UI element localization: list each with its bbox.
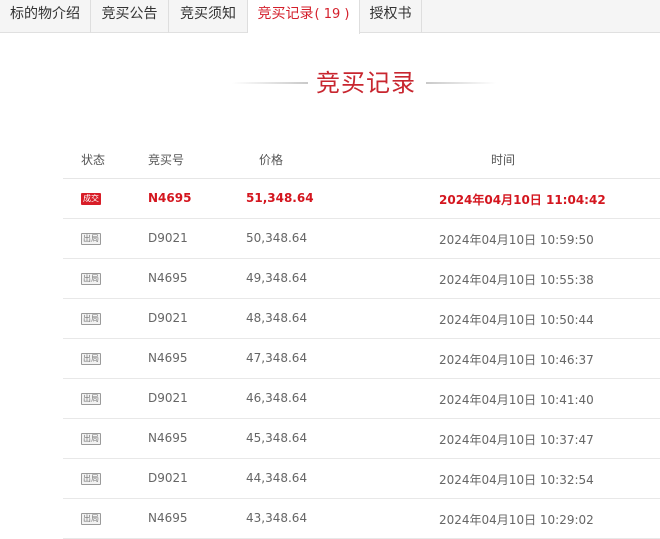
bidder-id: N4695: [148, 271, 188, 285]
status-badge-out: 出局: [81, 473, 101, 485]
status-badge-out: 出局: [81, 433, 101, 445]
section-title: 竞买记录: [316, 69, 416, 97]
header-price: 价格: [259, 153, 284, 167]
table-row: 成交 N4695 51,348.64 2024年04月10日 11:04:42: [63, 179, 660, 219]
tab-bar: 标的物介绍 竞买公告 竞买须知 竞买记录( 19 ) 授权书: [0, 0, 660, 34]
bidder-id: D9021: [148, 231, 188, 245]
table-row: 出局 D9021 50,348.64 2024年04月10日 10:59:50: [63, 219, 660, 259]
bid-price: 46,348.64: [246, 391, 308, 405]
bidder-id: N4695: [148, 431, 188, 445]
table-header: 状态 竞买号 价格 时间: [63, 140, 660, 179]
bid-time: 2024年04月10日 10:46:37: [439, 353, 594, 367]
status-badge-deal: 成交: [81, 193, 101, 205]
status-badge-out: 出局: [81, 393, 101, 405]
bidder-id: D9021: [148, 311, 188, 325]
bid-time: 2024年04月10日 10:41:40: [439, 393, 594, 407]
status-badge-out: 出局: [81, 233, 101, 245]
bid-price: 50,348.64: [246, 231, 308, 245]
bidder-id: D9021: [148, 391, 188, 405]
bid-price: 51,348.64: [246, 191, 314, 205]
table-row: 出局 N4695 47,348.64 2024年04月10日 10:46:37: [63, 339, 660, 379]
title-divider-left: [232, 82, 308, 84]
bid-time: 2024年04月10日 10:55:38: [439, 273, 594, 287]
section-heading: 竞买记录: [0, 66, 660, 100]
table-row: 出局 D9021 48,348.64 2024年04月10日 10:50:44: [63, 299, 660, 339]
bidder-id: D9021: [148, 471, 188, 485]
table-row: 出局 D9021 44,348.64 2024年04月10日 10:32:54: [63, 459, 660, 499]
bid-price: 47,348.64: [246, 351, 308, 365]
bid-price: 44,348.64: [246, 471, 308, 485]
tab-count: ( 19 ): [314, 7, 350, 22]
bidder-id: N4695: [148, 511, 188, 525]
header-time: 时间: [491, 153, 516, 167]
tab-label: 竞买须知: [180, 6, 236, 22]
tab-authorization[interactable]: 授权书: [360, 0, 422, 33]
tab-label: 标的物介绍: [10, 6, 80, 22]
tab-bid-records[interactable]: 竞买记录( 19 ): [248, 0, 360, 34]
title-divider-right: [426, 82, 496, 84]
bidder-id: N4695: [148, 191, 192, 205]
bid-price: 48,348.64: [246, 311, 308, 325]
table-row: 出局 N4695 45,348.64 2024年04月10日 10:37:47: [63, 419, 660, 459]
bid-price: 45,348.64: [246, 431, 308, 445]
bid-time: 2024年04月10日 10:37:47: [439, 433, 594, 447]
status-badge-out: 出局: [81, 513, 101, 525]
table-row: 出局 N4695 43,348.64 2024年04月10日 10:29:02: [63, 499, 660, 539]
bid-records-table: 状态 竞买号 价格 时间 成交 N4695 51,348.64 2024年04月…: [63, 140, 660, 539]
bid-price: 49,348.64: [246, 271, 308, 285]
bid-time: 2024年04月10日 10:29:02: [439, 513, 594, 527]
tab-item-intro[interactable]: 标的物介绍: [0, 0, 91, 33]
tab-announcement[interactable]: 竞买公告: [91, 0, 169, 33]
bid-price: 43,348.64: [246, 511, 308, 525]
tab-label: 竞买公告: [101, 6, 158, 22]
status-badge-out: 出局: [81, 353, 101, 365]
table-row: 出局 N4695 49,348.64 2024年04月10日 10:55:38: [63, 259, 660, 299]
bid-time: 2024年04月10日 10:32:54: [439, 473, 594, 487]
bidder-id: N4695: [148, 351, 188, 365]
bid-time: 2024年04月10日 10:59:50: [439, 233, 594, 247]
header-bidder: 竞买号: [148, 153, 185, 167]
tab-label: 竞买记录: [257, 6, 314, 22]
table-row: 出局 D9021 46,348.64 2024年04月10日 10:41:40: [63, 379, 660, 419]
status-badge-out: 出局: [81, 313, 101, 325]
tab-notice[interactable]: 竞买须知: [169, 0, 248, 33]
bid-time: 2024年04月10日 10:50:44: [439, 313, 594, 327]
status-badge-out: 出局: [81, 273, 101, 285]
bid-time: 2024年04月10日 11:04:42: [439, 193, 606, 207]
header-status: 状态: [81, 153, 106, 167]
tab-label: 授权书: [369, 6, 412, 22]
